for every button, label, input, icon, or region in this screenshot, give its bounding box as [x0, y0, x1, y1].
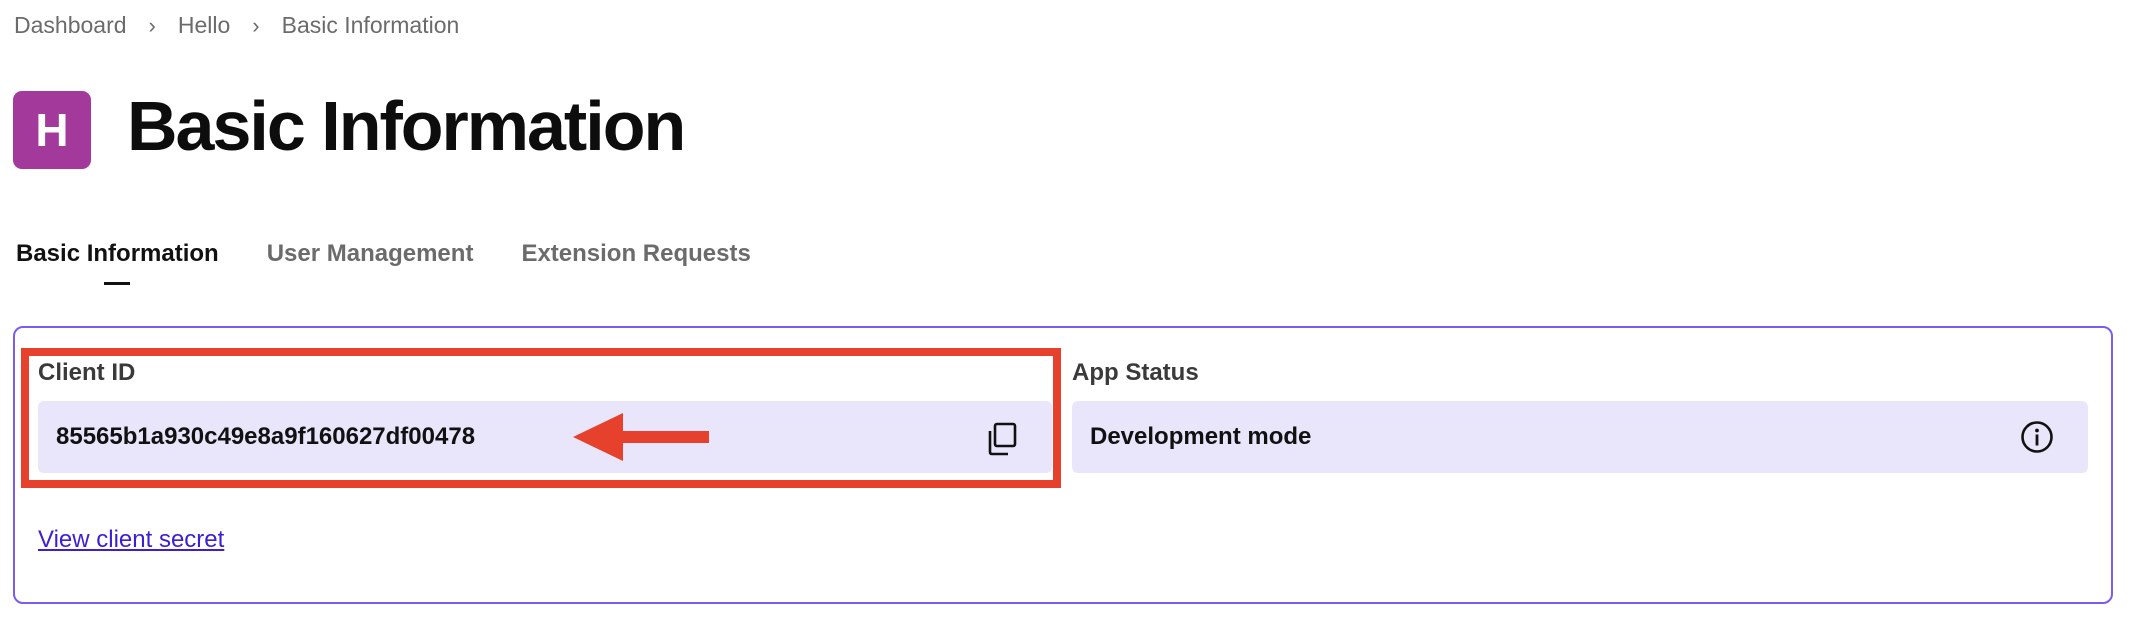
app-status-label: App Status	[1072, 359, 1199, 386]
tab-bar: Basic Information User Management Extens…	[16, 240, 799, 285]
tab-extension-requests[interactable]: Extension Requests	[521, 240, 750, 268]
info-icon[interactable]	[2020, 420, 2054, 454]
view-client-secret-link[interactable]: View client secret	[38, 526, 224, 554]
client-id-field[interactable]: 85565b1a930c49e8a9f160627df00478	[38, 401, 1052, 473]
client-id-label: Client ID	[38, 359, 136, 386]
app-avatar: H	[13, 91, 91, 169]
app-status-value: Development mode	[1090, 423, 1312, 450]
breadcrumb-separator-icon: ›	[148, 12, 156, 38]
copy-icon[interactable]	[984, 421, 1020, 457]
page-title: Basic Information	[127, 87, 686, 165]
breadcrumb-separator-icon: ›	[252, 12, 260, 38]
tab-user-management[interactable]: User Management	[267, 240, 474, 268]
tab-basic-information[interactable]: Basic Information	[16, 240, 219, 285]
breadcrumb-current: Basic Information	[281, 12, 460, 38]
client-id-value: 85565b1a930c49e8a9f160627df00478	[56, 423, 476, 450]
breadcrumb: Dashboard › Hello › Basic Information	[14, 12, 459, 39]
breadcrumb-dashboard[interactable]: Dashboard	[14, 12, 127, 39]
app-status-field: Development mode	[1072, 401, 2088, 473]
breadcrumb-hello[interactable]: Hello	[178, 12, 230, 39]
